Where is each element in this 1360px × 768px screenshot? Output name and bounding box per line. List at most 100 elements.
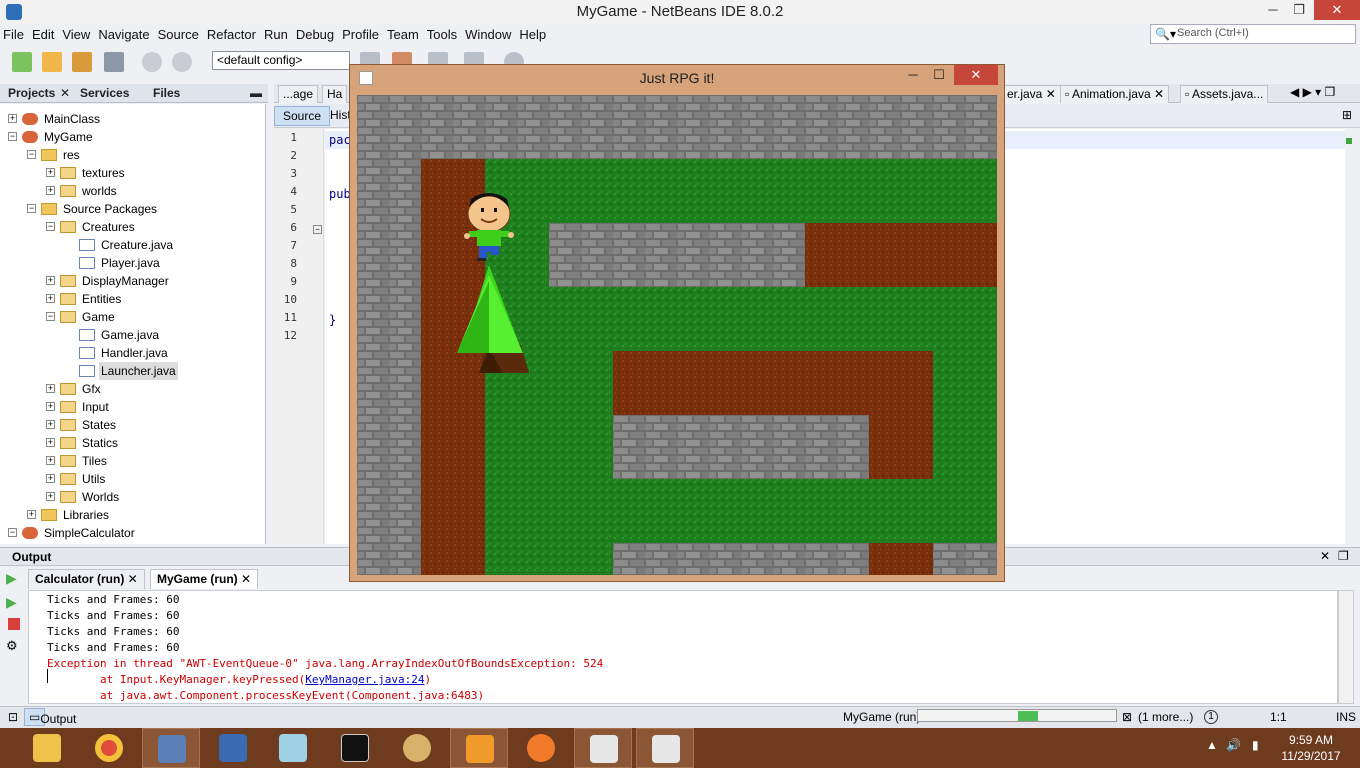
tree-item[interactable]: + Worlds [0,488,265,506]
menu-view[interactable]: View [58,24,94,42]
taskbar-file-explorer[interactable] [18,728,76,768]
tree-item[interactable]: + Tiles [0,452,265,470]
tree-item[interactable]: − Game [0,308,265,326]
output-scrollbar[interactable] [1338,590,1354,704]
menu-help[interactable]: Help [515,24,550,42]
show-hidden-icons[interactable]: ▲ [1206,738,1218,752]
expand-icon[interactable]: + [8,114,17,123]
editor-tab[interactable]: Ha [322,85,348,103]
tree-item[interactable]: − SimpleCalculator [0,524,265,542]
editor-tab-assets[interactable]: ▫ Assets.java... [1180,85,1269,103]
tab-services[interactable]: Services [80,86,129,100]
tree-item[interactable]: + textures [0,164,265,182]
taskbar-sublime-text[interactable] [450,728,508,768]
menu-navigate[interactable]: Navigate [94,24,153,42]
editor-tab[interactable]: er.java ✕ [1002,85,1061,103]
expand-icon[interactable]: + [46,438,55,447]
more-tasks-link[interactable]: (1 more...) [1138,710,1193,724]
expand-icon[interactable]: + [46,492,55,501]
collapse-icon[interactable]: − [27,204,36,213]
taskbar-java[interactable] [574,728,632,768]
taskbar-paint[interactable] [388,728,446,768]
undo-icon[interactable] [142,52,162,72]
tree-item[interactable]: Creature.java [0,236,265,254]
tree-item[interactable]: + Utils [0,470,265,488]
maximize-button[interactable]: ☐ [928,67,950,83]
taskbar-java[interactable] [636,728,694,768]
tree-item[interactable]: + Input [0,398,265,416]
taskbar-notepad[interactable] [264,728,322,768]
tree-item[interactable]: Handler.java [0,344,265,362]
taskbar-virtualbox[interactable] [142,728,200,768]
search-input[interactable]: 🔍▾ Search (Ctrl+I) [1150,24,1356,44]
menu-edit[interactable]: Edit [28,24,58,42]
tree-item[interactable]: + Gfx [0,380,265,398]
tree-item[interactable]: + MainClass [0,110,265,128]
config-select[interactable]: <default config> [212,51,350,70]
close-icon[interactable]: ✕ [1320,549,1330,563]
tree-item[interactable]: + States [0,416,265,434]
notifications-badge[interactable]: 1 [1204,710,1218,724]
stop-icon[interactable] [8,618,20,630]
tree-item[interactable]: + Libraries [0,506,265,524]
tree-item[interactable]: − MyGame [0,128,265,146]
minimize-panel-icon[interactable]: ▬ [250,86,262,100]
menu-profile[interactable]: Profile [338,24,383,42]
expand-icon[interactable]: + [46,402,55,411]
menu-team[interactable]: Team [383,24,423,42]
tab-files[interactable]: Files [153,86,180,100]
expand-icon[interactable]: + [46,186,55,195]
expand-icon[interactable]: + [46,276,55,285]
tree-item[interactable]: + Entities [0,290,265,308]
tree-item[interactable]: Game.java [0,326,265,344]
close-button[interactable]: ✕ [954,65,998,85]
menu-debug[interactable]: Debug [292,24,338,42]
taskbar-command-prompt[interactable] [326,728,384,768]
menu-file[interactable]: File [0,24,28,42]
maximize-panel-icon[interactable]: ❐ [1338,549,1349,563]
minimize-icon[interactable]: ⊡ [8,710,18,724]
collapse-icon[interactable]: − [8,528,17,537]
cancel-task-icon[interactable]: ⊠ [1122,710,1132,724]
expand-icon[interactable]: + [46,474,55,483]
editor-tab[interactable]: ...age [278,85,319,103]
menu-run[interactable]: Run [260,24,292,42]
game-canvas[interactable] [357,95,997,575]
collapse-icon[interactable]: − [8,132,17,141]
tree-item[interactable]: − res [0,146,265,164]
system-clock[interactable]: 9:59 AM 11/29/2017 [1276,732,1346,764]
minimize-button[interactable]: ─ [902,67,924,82]
tab-calculator-run[interactable]: Calculator (run) ✕ [28,569,145,589]
menu-window[interactable]: Window [461,24,515,42]
collapse-icon[interactable]: − [46,222,55,231]
split-icon[interactable]: ⊞ [1342,108,1352,122]
redo-icon[interactable] [172,52,192,72]
tree-item[interactable]: + DisplayManager [0,272,265,290]
taskbar-xampp[interactable] [512,728,570,768]
tree-item[interactable]: + Statics [0,434,265,452]
game-window[interactable]: Just RPG it! ─ ☐ ✕ [349,64,1005,582]
output-console[interactable]: Ticks and Frames: 60 Ticks and Frames: 60… [28,590,1338,704]
expand-icon[interactable]: + [46,294,55,303]
network-icon[interactable]: ▮ [1252,738,1259,752]
output-taskbar-button[interactable]: ▭ Output [24,708,76,726]
stacktrace-link[interactable]: KeyManager.java:24 [305,673,424,686]
tab-navigation-arrows[interactable]: ◀ ▶ ▾ ❐ [1290,85,1335,99]
close-button[interactable]: ✕ [1314,0,1360,20]
tree-item[interactable]: + worlds [0,182,265,200]
volume-icon[interactable]: 🔊 [1226,738,1241,752]
menu-tools[interactable]: Tools [423,24,461,42]
maximize-button[interactable]: ❐ [1284,0,1314,20]
rerun-icon[interactable]: ▶ [6,570,22,586]
collapse-icon[interactable]: − [46,312,55,321]
expand-icon[interactable]: + [46,456,55,465]
fold-icon[interactable]: − [313,225,322,234]
tree-item[interactable]: − Creatures [0,218,265,236]
new-project-icon[interactable] [42,52,62,72]
expand-icon[interactable]: + [46,420,55,429]
rerun-with-options-icon[interactable]: ▶ [6,594,22,610]
collapse-icon[interactable]: − [27,150,36,159]
taskbar-remote-desktop[interactable] [204,728,262,768]
expand-icon[interactable]: + [46,384,55,393]
tree-item[interactable]: Launcher.java [0,362,265,380]
